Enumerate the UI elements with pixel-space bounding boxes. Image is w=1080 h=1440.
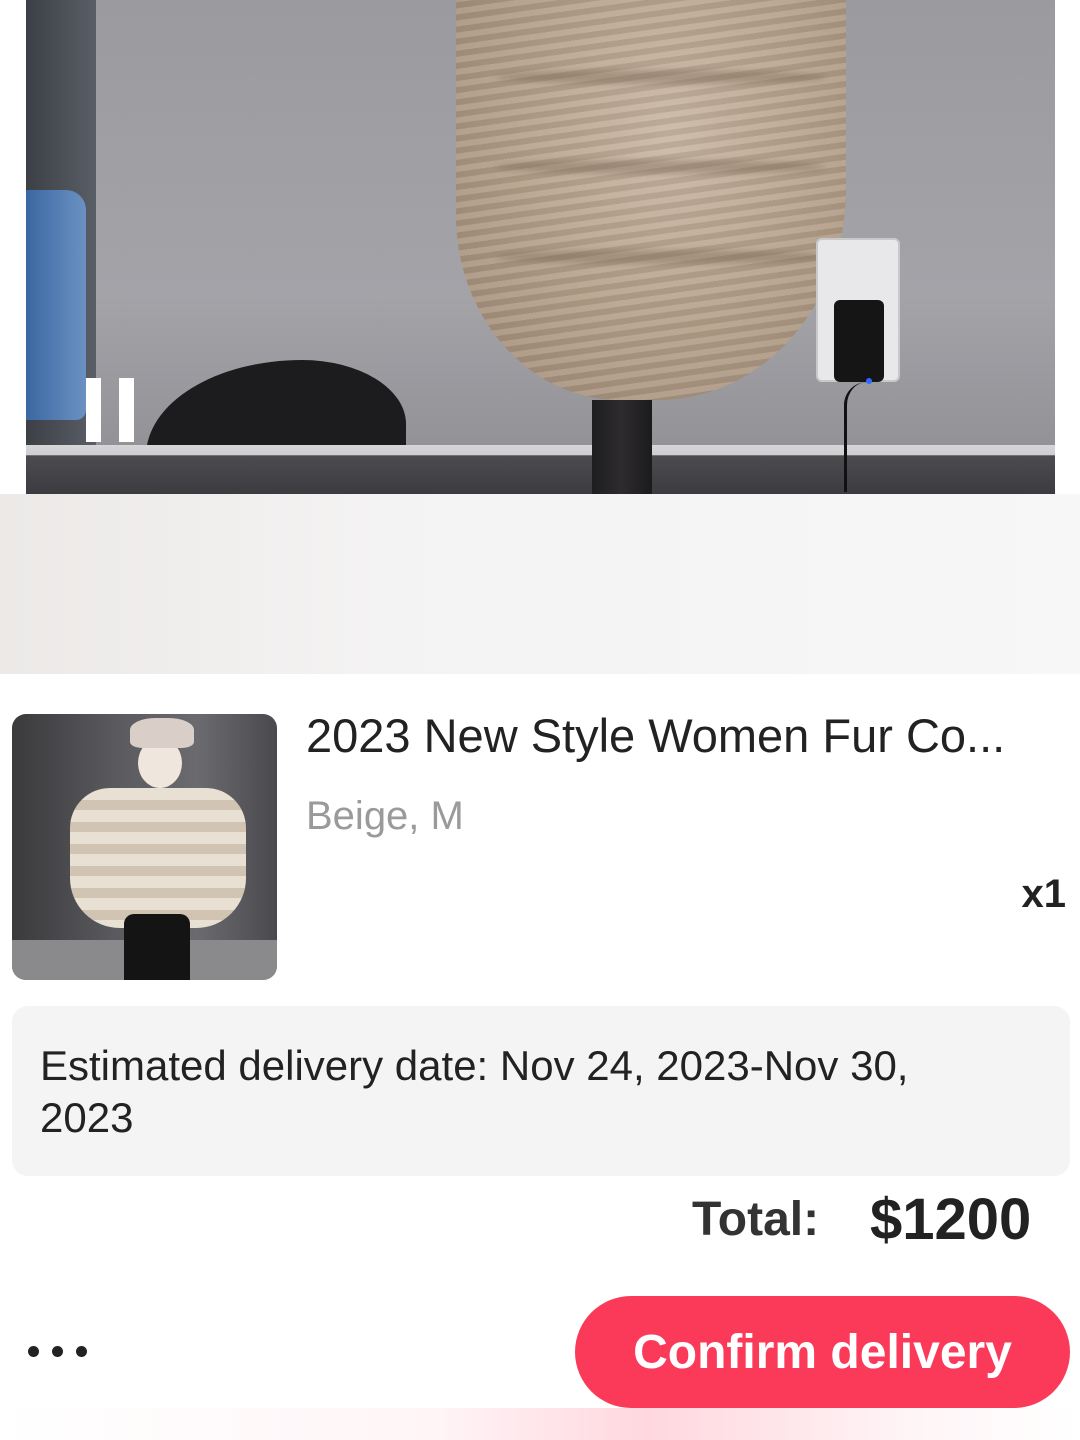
delivery-estimate-text: Estimated delivery date: Nov 24, 2023-No… (40, 1042, 909, 1141)
mannequin-stand (592, 400, 652, 494)
video-frame-floor (26, 445, 1055, 494)
video-frame-bag (26, 190, 86, 420)
delivery-estimate-box: Estimated delivery date: Nov 24, 2023-No… (12, 1006, 1070, 1176)
total-value: $1200 (870, 1187, 1032, 1252)
thumbnail-legs (124, 914, 190, 980)
charger-cable (844, 382, 867, 492)
confirm-delivery-button[interactable]: Confirm delivery (575, 1296, 1070, 1408)
total-label: Total: (692, 1193, 820, 1246)
product-video[interactable] (26, 0, 1055, 494)
pause-icon[interactable] (86, 378, 136, 442)
fur-texture (496, 160, 826, 174)
charger (834, 300, 884, 382)
bottom-fade (0, 1408, 1080, 1440)
pause-bar (86, 378, 101, 442)
product-quantity: x1 (1021, 872, 1067, 916)
dot (52, 1346, 63, 1357)
order-detail-page: 2023 New Style Women Fur Co... Beige, M … (0, 0, 1080, 1440)
fur-texture (496, 250, 826, 264)
thumbnail-hat (130, 718, 194, 748)
blurred-region (0, 494, 1080, 674)
product-thumbnail[interactable] (12, 714, 277, 980)
product-variant: Beige, M (306, 794, 464, 838)
dot (76, 1346, 87, 1357)
dot (28, 1346, 39, 1357)
product-title[interactable]: 2023 New Style Women Fur Co... (306, 708, 1072, 764)
fur-texture (496, 70, 826, 84)
more-dots-icon[interactable] (26, 1340, 90, 1364)
pause-bar (119, 378, 134, 442)
thumbnail-coat (70, 788, 246, 928)
fur-coat-image (456, 0, 846, 400)
